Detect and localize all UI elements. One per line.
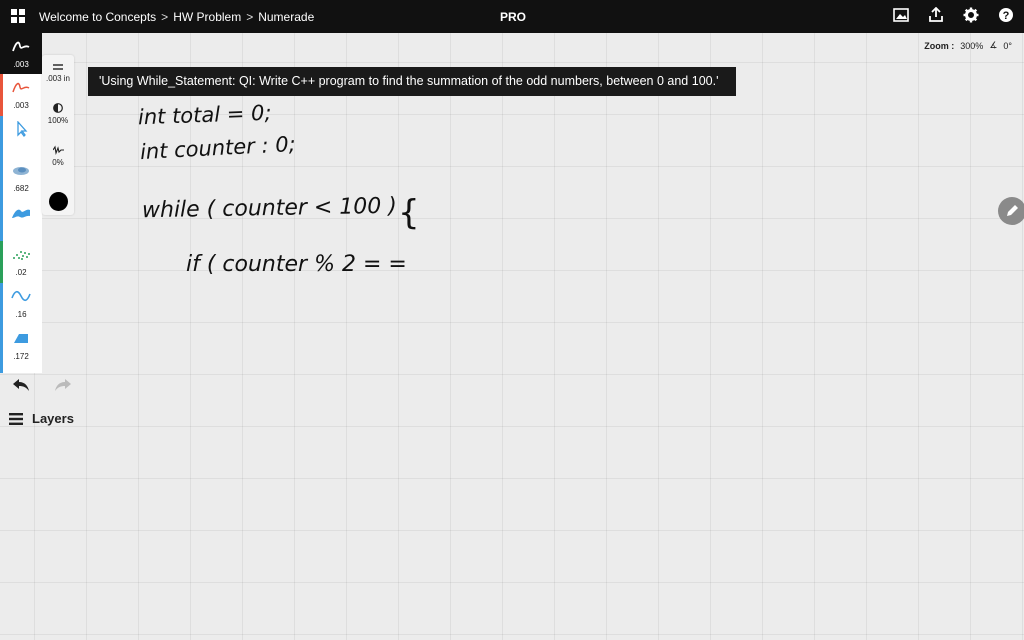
export-icon[interactable] (928, 7, 944, 23)
layers-button[interactable]: Layers (9, 411, 74, 426)
brush-settings-panel: .003 in 100% 0% (42, 55, 74, 215)
help-icon[interactable]: ? (998, 7, 1014, 23)
gear-icon[interactable] (963, 7, 979, 23)
eraser-size: .172 (13, 352, 29, 361)
stipple-icon (13, 251, 30, 260)
angle-icon: ∡ (989, 40, 998, 50)
handwriting-line-3: while ( counter < 100 ) (141, 193, 398, 224)
handwriting-line-1: int total = 0; (137, 100, 272, 130)
size-lines-icon (53, 64, 63, 70)
zoom-label: Zoom : (924, 40, 955, 51)
size-value: .003 in (45, 74, 71, 83)
opacity-icon (53, 103, 63, 113)
smoothing-icon (52, 145, 64, 155)
smoothing-setting[interactable]: 0% (42, 145, 74, 167)
breadcrumb-item-home[interactable]: Welcome to Concepts (39, 10, 156, 24)
image-icon[interactable] (893, 7, 909, 23)
stipple-tool[interactable]: .02 (0, 241, 42, 282)
breadcrumb-separator: > (161, 10, 169, 24)
wave-brush-tool[interactable]: .16 (0, 283, 42, 324)
layers-icon (9, 412, 23, 425)
select-tool[interactable] (0, 116, 42, 157)
pencil-icon (1007, 205, 1018, 216)
undo-icon[interactable] (12, 378, 30, 397)
zoom-value[interactable]: 300% (960, 41, 983, 51)
airbrush-size: .682 (13, 184, 29, 193)
tool-wheel: .003 .003 .682 .02 .16 .172 (0, 33, 42, 373)
pen-size: .003 (13, 60, 29, 69)
handwriting-brace: { (398, 193, 420, 233)
problem-banner: 'Using While_Statement: QI: Write C++ pr… (88, 67, 736, 96)
svg-text:?: ? (1003, 10, 1010, 22)
opacity-setting[interactable]: 100% (42, 103, 74, 125)
handwriting-line-2: int counter : 0; (139, 131, 297, 165)
layers-label: Layers (32, 411, 74, 426)
marker-tool[interactable] (0, 199, 42, 240)
breadcrumb-item-folder[interactable]: HW Problem (173, 10, 241, 24)
top-bar: Welcome to Concepts > HW Problem > Numer… (0, 0, 1024, 33)
wave-brush-size: .16 (15, 310, 27, 319)
opacity-value: 100% (47, 116, 69, 125)
airbrush-tool[interactable]: .682 (0, 157, 42, 198)
pencil-stroke-icon (12, 82, 30, 93)
stipple-size: .02 (15, 268, 27, 277)
breadcrumb: Welcome to Concepts > HW Problem > Numer… (39, 10, 314, 24)
handwriting-line-4: if ( counter % 2 = = (186, 252, 407, 277)
pencil-button[interactable] (998, 197, 1024, 225)
redo-icon[interactable] (54, 378, 72, 397)
marker-icon (12, 209, 30, 218)
eraser-tool[interactable]: .172 (0, 325, 42, 366)
grid-menu-icon[interactable] (11, 9, 26, 24)
breadcrumb-separator: > (246, 10, 254, 24)
topbar-actions: ? (893, 7, 1014, 23)
pencil-size: .003 (13, 101, 29, 110)
color-picker-swatch[interactable] (49, 192, 68, 211)
pen-tool[interactable]: .003 (0, 33, 42, 74)
size-setting[interactable]: .003 in (42, 63, 74, 83)
airbrush-icon (13, 167, 29, 175)
arrow-cursor-icon (17, 121, 28, 137)
pro-button[interactable]: PRO (500, 10, 526, 24)
breadcrumb-item-drawing[interactable]: Numerade (258, 10, 314, 24)
pen-stroke-icon (12, 41, 30, 52)
zoom-readout: Zoom : 300% ∡ 0° (924, 40, 1012, 51)
pencil-tool[interactable]: .003 (0, 74, 42, 115)
wave-icon (11, 290, 31, 302)
rotation-value[interactable]: 0° (1003, 41, 1012, 51)
smoothing-value: 0% (52, 158, 64, 167)
eraser-icon (14, 334, 28, 343)
